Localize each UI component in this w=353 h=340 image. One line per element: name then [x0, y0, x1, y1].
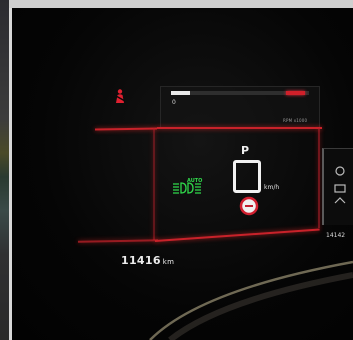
dashboard-edge-curve — [149, 260, 353, 340]
photo-frame: 0 RPM x1000 P km/h AUTO 11416 km 14142 — [0, 0, 353, 340]
